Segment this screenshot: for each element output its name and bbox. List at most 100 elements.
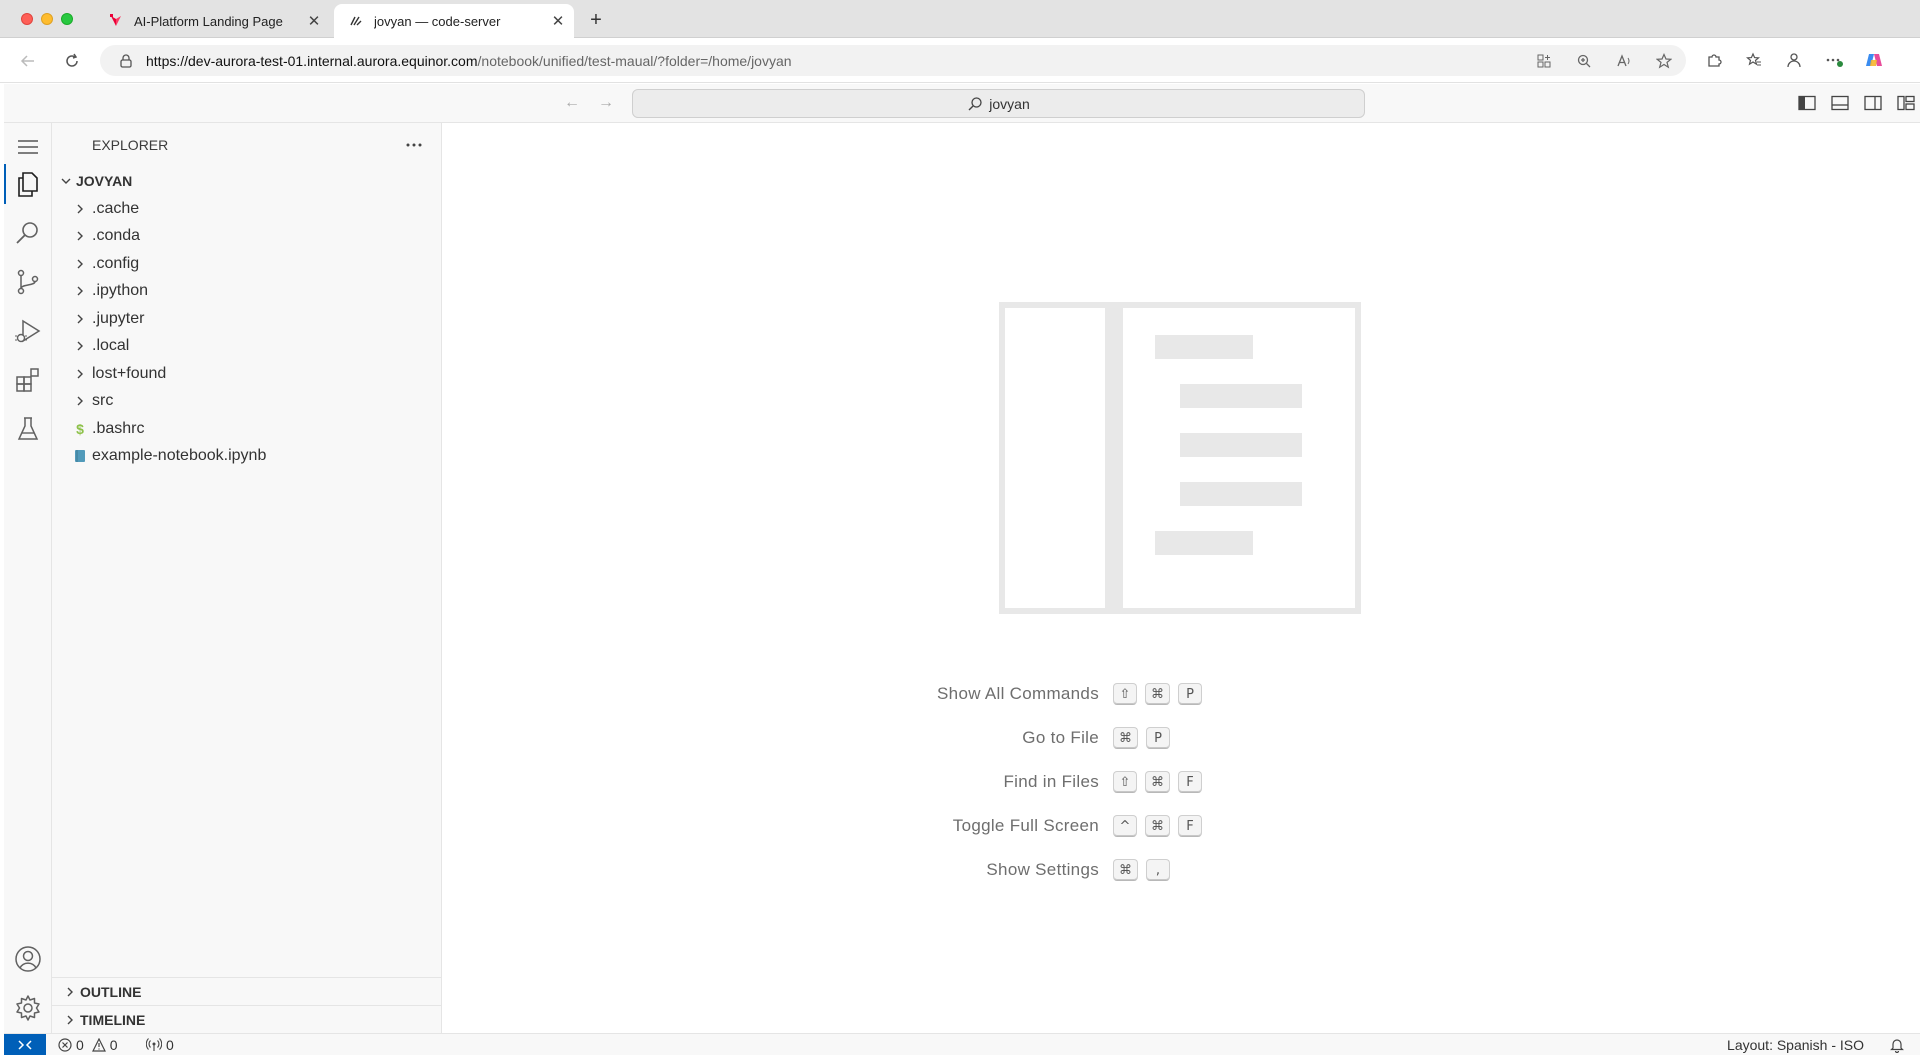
timeline-section[interactable]: TIMELINE [52, 1005, 441, 1033]
close-tab-icon[interactable]: ✕ [548, 11, 568, 31]
key-letter: F [1178, 771, 1202, 793]
chevron-right-icon [70, 254, 90, 274]
command-center[interactable]: jovyan [632, 89, 1365, 118]
shortcut-row[interactable]: Show Settings ⌘ , [863, 848, 1503, 892]
tree-item-label: .bashrc [92, 419, 145, 437]
search-icon[interactable] [4, 209, 52, 257]
key-cmd: ⌘ [1113, 859, 1138, 881]
favorites-icon[interactable] [1744, 50, 1764, 70]
warning-count: 0 [109, 1037, 118, 1053]
tree-item-label: .conda [92, 227, 141, 245]
go-back-icon[interactable]: ← [562, 93, 582, 113]
tree-item-label: .cache [92, 199, 140, 217]
shortcut-row[interactable]: Show All Commands ⇧ ⌘ P [863, 672, 1503, 716]
key-cmd: ⌘ [1145, 683, 1170, 705]
source-control-icon[interactable] [4, 258, 52, 306]
tree-item-folder[interactable]: .cache [52, 195, 441, 223]
browser-tab-code-server[interactable]: jovyan — code-server ✕ [334, 4, 574, 38]
reload-icon[interactable] [60, 49, 84, 73]
back-arrow-icon[interactable] [16, 49, 40, 73]
new-tab-button[interactable]: + [584, 8, 608, 32]
tree-item-folder[interactable]: .jupyter [52, 305, 441, 333]
extensions-icon[interactable] [4, 356, 52, 404]
remote-indicator-button[interactable] [4, 1034, 46, 1055]
chevron-right-icon [70, 199, 90, 219]
close-tab-icon[interactable]: ✕ [304, 11, 324, 31]
browser-tab-landing[interactable]: AI-Platform Landing Page ✕ [94, 4, 330, 38]
tree-item-file[interactable]: $ .bashrc [52, 415, 441, 443]
problems-indicator[interactable]: 0 0 [58, 1034, 118, 1055]
chevron-right-icon [70, 364, 90, 384]
more-options-icon[interactable] [1824, 50, 1844, 70]
run-and-debug-icon[interactable] [4, 307, 52, 355]
testing-flask-icon[interactable] [4, 405, 52, 453]
activity-bar [4, 123, 52, 1033]
keyboard-layout-indicator[interactable]: Layout: Spanish - ISO [1727, 1034, 1864, 1055]
key-ctrl: ^ [1113, 815, 1137, 837]
window-close-button[interactable] [21, 13, 33, 25]
tree-item-folder[interactable]: src [52, 388, 441, 416]
browser-toolbar: https://dev-aurora-test-01.internal.auro… [0, 38, 1920, 83]
shell-dollar-icon: $ [76, 420, 84, 437]
keyboard-layout-label: Layout: Spanish - ISO [1727, 1037, 1864, 1053]
app-available-icon[interactable] [1534, 51, 1554, 71]
favorite-star-icon[interactable] [1654, 51, 1674, 71]
shortcut-row[interactable]: Go to File ⌘ P [863, 716, 1503, 760]
zoom-icon[interactable] [1574, 51, 1594, 71]
toggle-secondary-sidebar-icon[interactable] [1863, 93, 1883, 113]
ports-count: 0 [166, 1037, 174, 1053]
chevron-right-icon [70, 281, 90, 301]
tree-item-folder[interactable]: .conda [52, 223, 441, 251]
timeline-label: TIMELINE [80, 1011, 146, 1028]
url-path: /notebook/unified/test-maual/?folder=/ho… [477, 52, 792, 69]
tree-item-folder[interactable]: .config [52, 250, 441, 278]
manage-gear-icon[interactable] [4, 984, 52, 1032]
equinor-logo-icon [108, 13, 124, 29]
url-field[interactable]: https://dev-aurora-test-01.internal.auro… [100, 45, 1686, 76]
shortcut-label: Go to File [1022, 728, 1099, 747]
tree-item-folder[interactable]: lost+found [52, 360, 441, 388]
explorer-title: EXPLORER [92, 137, 169, 153]
error-icon [58, 1038, 72, 1052]
tree-item-file[interactable]: example-notebook.ipynb [52, 443, 441, 471]
notifications-bell-icon[interactable] [1890, 1034, 1904, 1055]
customize-layout-icon[interactable] [1896, 93, 1916, 113]
lock-icon[interactable] [118, 53, 134, 69]
notebook-icon [70, 446, 90, 466]
shortcut-row[interactable]: Find in Files ⇧ ⌘ F [863, 760, 1503, 804]
key-letter: F [1178, 815, 1202, 837]
accounts-icon[interactable] [4, 935, 52, 983]
explorer-header: EXPLORER [52, 123, 441, 167]
tab-label: jovyan — code-server [374, 13, 501, 29]
explorer-files-icon[interactable] [4, 160, 52, 208]
window-zoom-button[interactable] [61, 13, 73, 25]
key-cmd: ⌘ [1113, 727, 1138, 749]
tab-label: AI-Platform Landing Page [134, 13, 283, 29]
key-shift: ⇧ [1113, 683, 1137, 705]
copilot-icon[interactable] [1864, 50, 1884, 70]
profile-icon[interactable] [1784, 50, 1804, 70]
more-actions-icon[interactable] [403, 135, 425, 155]
url-text: https://dev-aurora-test-01.internal.auro… [146, 53, 792, 69]
shortcut-label: Toggle Full Screen [952, 816, 1099, 835]
chevron-right-icon [60, 1010, 80, 1030]
go-forward-icon[interactable]: → [596, 93, 616, 113]
ports-indicator[interactable]: 0 [146, 1034, 174, 1055]
code-title-bar: ← → jovyan [4, 84, 1920, 123]
extensions-icon[interactable] [1704, 50, 1724, 70]
workspace-root-folder[interactable]: JOVYAN [52, 167, 441, 195]
toggle-panel-icon[interactable] [1830, 93, 1850, 113]
chevron-right-icon [70, 336, 90, 356]
outline-section[interactable]: OUTLINE [52, 977, 441, 1005]
tree-item-folder[interactable]: .ipython [52, 278, 441, 306]
read-aloud-icon[interactable] [1614, 51, 1634, 71]
tree-item-label: .jupyter [92, 309, 145, 327]
chevron-right-icon [70, 226, 90, 246]
window-minimize-button[interactable] [41, 13, 53, 25]
toggle-primary-sidebar-icon[interactable] [1797, 93, 1817, 113]
vscode-watermark-logo [999, 302, 1361, 614]
tree-item-folder[interactable]: .local [52, 333, 441, 361]
remote-icon [18, 1040, 32, 1050]
explorer-sidebar: EXPLORER JOVYAN .cache .conda .config .i… [52, 123, 442, 1033]
shortcut-row[interactable]: Toggle Full Screen ^ ⌘ F [863, 804, 1503, 848]
